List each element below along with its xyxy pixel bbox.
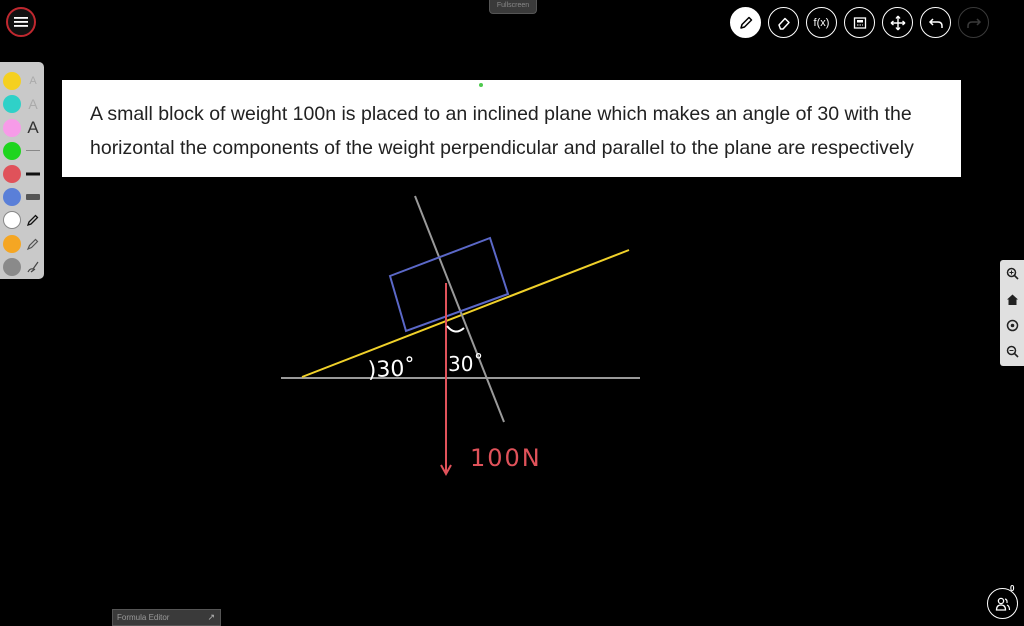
zoom-in-button[interactable] <box>1003 264 1021 282</box>
formula-editor-tab[interactable]: Formula Editor ↗ <box>112 609 221 626</box>
users-icon <box>995 597 1010 611</box>
angle-label-right: 30˚ <box>448 352 483 376</box>
recenter-button[interactable] <box>1003 316 1021 334</box>
normal-line <box>414 195 505 423</box>
angle-arc <box>446 325 465 333</box>
target-icon <box>1006 319 1018 331</box>
zoom-panel <box>1000 260 1024 366</box>
expand-arrow-icon: ↗ <box>207 612 215 622</box>
angle-label-left: )30˚ <box>367 356 415 383</box>
zoom-out-button[interactable] <box>1003 342 1021 360</box>
participants-count: 0 <box>1010 584 1015 593</box>
weight-label: 100N <box>470 444 542 472</box>
inclined-plane-drawing: )30˚ 30˚ 100N <box>281 195 640 477</box>
zoom-in-icon <box>1006 267 1019 280</box>
formula-editor-label: Formula Editor <box>117 613 170 622</box>
home-button[interactable] <box>1003 290 1021 308</box>
home-icon <box>1006 294 1018 305</box>
zoom-out-icon <box>1006 345 1019 358</box>
